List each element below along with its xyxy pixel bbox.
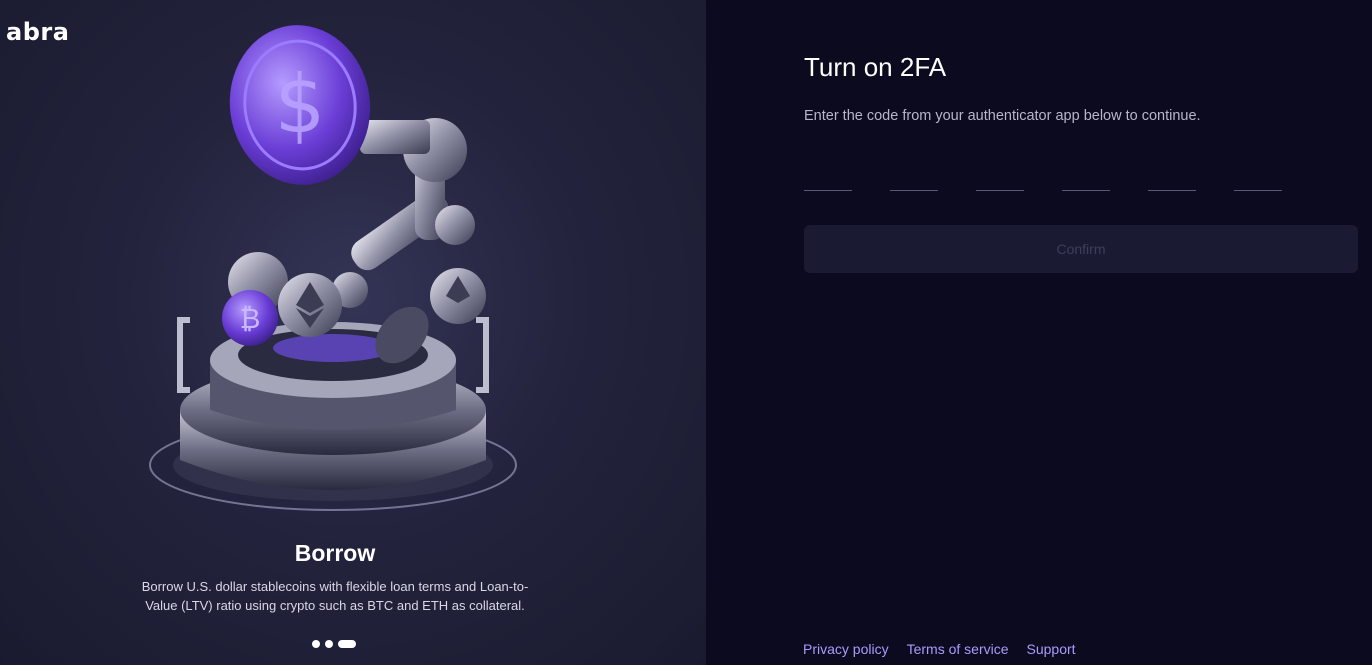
otp-digit-5[interactable] [1148,168,1196,191]
carousel-dot-2[interactable] [325,640,333,648]
support-link[interactable]: Support [1027,641,1076,657]
slide-description: Borrow U.S. dollar stablecoins with flex… [141,579,529,613]
otp-digit-3[interactable] [976,168,1024,191]
abra-logo: abra [6,18,70,46]
confirm-button[interactable]: Confirm [804,225,1358,273]
otp-digit-6[interactable] [1234,168,1282,191]
crypto-robot-illustration: $ ₿ [149,25,517,511]
privacy-policy-link[interactable]: Privacy policy [803,641,889,657]
carousel-dot-3-active[interactable] [338,640,356,648]
promo-panel: abra $ ₿ Borrow Borrow U.S. dollar stabl… [0,0,706,665]
terms-of-service-link[interactable]: Terms of service [907,641,1009,657]
carousel-pagination [312,640,356,648]
svg-text:$: $ [275,58,326,151]
carousel-dot-1[interactable] [312,640,320,648]
otp-digit-1[interactable] [804,168,852,191]
footer-links: Privacy policy Terms of service Support [803,641,1076,657]
page-subtitle: Enter the code from your authenticator a… [804,108,1201,124]
otp-code-inputs [804,168,1282,191]
page-title: Turn on 2FA [804,52,947,82]
otp-digit-4[interactable] [1062,168,1110,191]
auth-panel: Turn on 2FA Enter the code from your aut… [706,0,1372,665]
slide-title: Borrow [294,540,376,566]
svg-text:₿: ₿ [240,302,261,335]
otp-digit-2[interactable] [890,168,938,191]
